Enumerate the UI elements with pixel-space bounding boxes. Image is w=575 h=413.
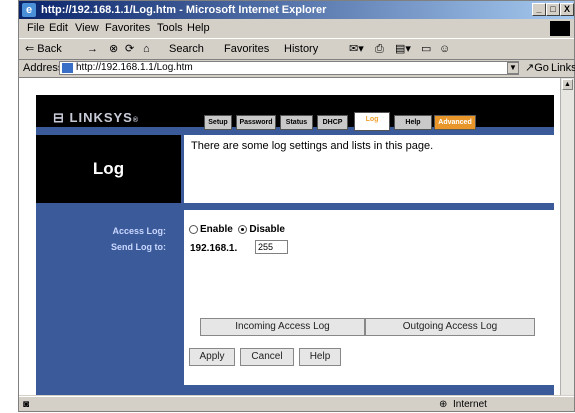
refresh-icon[interactable]: ⟳: [125, 39, 134, 59]
scroll-up-icon[interactable]: ▲: [562, 79, 573, 90]
tab-advanced[interactable]: Advanced: [434, 115, 476, 130]
linksys-logo: ⊟ LINKSYS®: [53, 110, 140, 125]
favorites-button[interactable]: Favorites: [224, 39, 269, 59]
go-button[interactable]: ↗Go: [525, 59, 549, 77]
ip-last-octet-input[interactable]: 255: [255, 240, 288, 254]
page-title: Log: [36, 135, 181, 203]
tab-dhcp[interactable]: DHCP: [317, 115, 348, 130]
windows-logo-icon: [550, 21, 570, 36]
mail-icon[interactable]: ✉▾: [349, 39, 364, 59]
toolbar: ⇐ Back → ⊗ ⟳ ⌂ Search Favorites History …: [19, 38, 574, 60]
address-bar: Address http://192.168.1.1/Log.htm ▼ ↗Go…: [19, 59, 575, 78]
page-status-icon: ◙: [23, 399, 30, 410]
tab-setup[interactable]: Setup: [204, 115, 232, 130]
title-bar: e http://192.168.1.1/Log.htm - Microsoft…: [19, 1, 574, 19]
ie-icon: e: [22, 3, 36, 17]
help-button[interactable]: Help: [299, 348, 341, 366]
menu-tools[interactable]: Tools: [157, 20, 183, 37]
links-button[interactable]: Links: [551, 59, 575, 77]
status-bar: ◙ ⊕ Internet: [19, 396, 574, 413]
tab-status[interactable]: Status: [280, 115, 313, 130]
edit-icon[interactable]: ▤▾: [395, 39, 411, 59]
disable-label: Disable: [249, 224, 285, 235]
disable-radio[interactable]: [238, 224, 248, 234]
home-icon[interactable]: ⌂: [143, 39, 150, 59]
address-label: Address: [23, 62, 64, 74]
menu-view[interactable]: View: [75, 20, 99, 37]
back-button[interactable]: ⇐ Back: [25, 39, 62, 59]
menu-edit[interactable]: Edit: [49, 20, 68, 37]
menu-bar: File Edit View Favorites Tools Help: [19, 20, 574, 37]
maximize-button[interactable]: □: [546, 3, 560, 16]
access-log-label: Access Log:: [112, 226, 166, 236]
send-log-label: Send Log to:: [111, 242, 166, 252]
stop-icon[interactable]: ⊗: [109, 39, 118, 59]
close-button[interactable]: X: [560, 3, 574, 16]
cancel-button[interactable]: Cancel: [240, 348, 294, 366]
ip-prefix: 192.168.1.: [190, 243, 238, 254]
menu-file[interactable]: File: [27, 20, 45, 37]
zone-label: Internet: [453, 399, 487, 410]
incoming-access-log-button[interactable]: Incoming Access Log: [200, 318, 365, 336]
outgoing-access-log-button[interactable]: Outgoing Access Log: [365, 318, 535, 336]
minimize-button[interactable]: _: [532, 3, 546, 16]
menu-help[interactable]: Help: [187, 20, 210, 37]
tab-password[interactable]: Password: [236, 115, 276, 130]
linksys-mark-icon: ⊟: [53, 110, 70, 125]
address-dropdown-icon[interactable]: ▼: [507, 62, 519, 74]
enable-radio[interactable]: [189, 224, 198, 234]
menu-favorites[interactable]: Favorites: [105, 20, 150, 37]
enable-label: Enable: [200, 224, 233, 235]
discuss-icon[interactable]: ▭: [421, 39, 431, 59]
address-url: http://192.168.1.1/Log.htm: [76, 62, 193, 73]
vertical-scrollbar[interactable]: ▲: [560, 78, 574, 395]
forward-button[interactable]: →: [87, 39, 98, 59]
browser-window: e http://192.168.1.1/Log.htm - Microsoft…: [18, 0, 575, 412]
tab-help[interactable]: Help: [394, 115, 432, 130]
access-log-options: Enable Disable: [189, 224, 285, 235]
address-input[interactable]: http://192.168.1.1/Log.htm: [59, 61, 519, 75]
page-icon: [62, 63, 73, 73]
history-button[interactable]: History: [284, 39, 318, 59]
search-button[interactable]: Search: [169, 39, 204, 59]
tab-log[interactable]: Log: [354, 112, 390, 131]
messenger-icon[interactable]: ☺: [439, 39, 450, 59]
internet-zone-icon: ⊕: [439, 399, 448, 410]
apply-button[interactable]: Apply: [189, 348, 235, 366]
page-description: There are some log settings and lists in…: [184, 135, 554, 203]
page-viewport: ⊟ LINKSYS® Setup Password Status DHCP Lo…: [19, 78, 560, 395]
window-title: http://192.168.1.1/Log.htm - Microsoft I…: [41, 4, 327, 16]
print-icon[interactable]: ⎙: [375, 39, 384, 59]
